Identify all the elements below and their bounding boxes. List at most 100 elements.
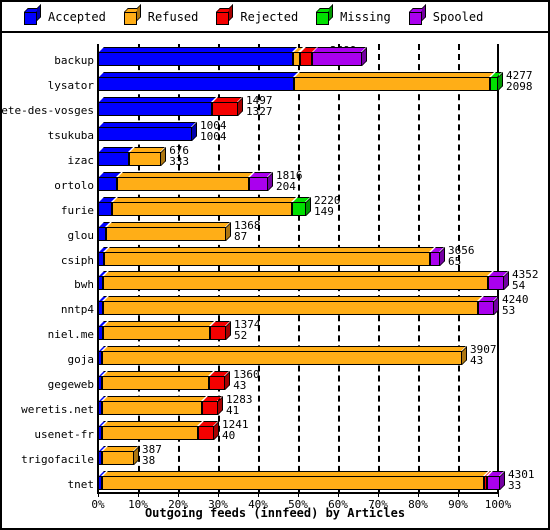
bar-segment-accepted [98,321,107,341]
bar-value-labels: 3907 43 [470,344,497,366]
bar-value-labels: 4301 33 [508,469,535,491]
bar-segment-accepted [98,445,106,465]
bar-segment-accepted [98,97,217,117]
y-axis-label-bwh: bwh [74,278,94,292]
bar-secondary-value: 1004 [200,130,227,144]
bar-segment-accepted [98,171,122,191]
y-axis-label-glou: glou [67,228,95,242]
chart-row: furie 2220 149 [61,193,498,218]
chart-row: usenet-fr 1241 40 [34,417,498,442]
bar-total-value: 1368 [234,218,261,232]
bar-value-labels: 4240 53 [502,294,529,316]
bar-value-labels: 1241 40 [222,419,249,441]
bar-value-labels: 2220 149 [314,195,341,217]
bar-secondary-value: 54 [512,279,526,293]
y-axis-label-furie: furie [60,203,94,217]
bar-segment-accepted [98,346,106,366]
bar-segment-accepted [98,271,107,291]
y-axis-label-niel.me: niel.me [47,328,94,342]
bar-value-labels: 1374 52 [234,319,261,341]
legend-item-rejected[interactable]: Rejected [216,4,299,25]
bar-segment-refused [102,370,214,390]
y-axis-label-tnet: tnet [67,477,95,491]
bar-secondary-value: 2098 [506,80,533,94]
bar-segment-spooled [488,271,509,291]
chart-row: glou 1368 87 [68,218,498,243]
legend-item-spooled[interactable]: Spooled [408,4,484,25]
bar-secondary-value: 40 [222,428,236,442]
bar-segment-accepted [98,246,108,266]
bar-secondary-value: 333 [169,154,190,168]
bar-secondary-value: 204 [276,179,296,193]
bar-value-labels: 1283 41 [226,394,253,416]
bar-value-labels: 4352 54 [512,269,539,291]
y-axis-label-lysator: lysator [47,79,94,93]
cube-icon [24,4,41,25]
legend-item-missing[interactable]: Missing [316,4,391,25]
bar-segment-refused [102,321,214,341]
chart-row: izac 676 333 [68,144,498,169]
bar-secondary-value: 41 [226,403,240,417]
legend-item-accepted[interactable]: Accepted [24,4,106,25]
bar-segment-missing [490,72,503,92]
bar-segment-spooled [312,47,367,67]
chart-row: nntp4 4240 53 [61,293,529,318]
chart-row: bete-des-vosges 1497 1327 [0,94,498,119]
bar-segment-accepted [98,395,106,415]
legend-label: Spooled [432,9,484,24]
legend-item-refused[interactable]: Refused [123,4,199,25]
bar-segment-accepted [98,146,134,166]
bar-segment-rejected [202,395,223,415]
bar-segment-refused [112,196,296,216]
y-axis-label-nntp4: nntp4 [60,303,94,317]
chart-row: trigofacile 387 38 [21,442,498,467]
legend-label: Refused [147,9,199,24]
bar-total-value: 387 [142,442,162,456]
bar-secondary-value: 87 [234,229,248,243]
bar-value-labels: 1816 204 [276,170,303,192]
bar-segment-accepted [98,47,298,67]
bar-segment-accepted [98,420,106,440]
chart-row: weretis.net 1283 41 [21,392,498,417]
bar-segment-refused [102,420,202,440]
bar-value-labels: 4277 2098 [506,70,533,92]
bar-segment-rejected [484,470,492,490]
x-axis-line [97,492,499,494]
bar-segment-refused [102,395,206,415]
bar-secondary-value: 38 [142,453,156,467]
bar-segment-rejected [198,420,219,440]
chart-row: lysator 4277 2098 [48,69,533,94]
bar-segment-refused [102,346,467,366]
bar-secondary-value: 65 [448,254,462,268]
cube-icon [408,4,426,25]
bar-segment-spooled [487,470,505,490]
bar-segment-accepted [98,221,110,241]
bar-value-labels: 3656 65 [448,245,475,267]
bar-secondary-value: 149 [314,204,334,218]
chart-row: bwh 4352 54 [74,268,538,293]
chart-row: gegeweb 1360 43 [48,368,498,393]
bar-value-labels: 1497 1327 [246,95,273,117]
cube-icon [216,4,234,25]
bar-segment-refused [104,246,434,266]
chart-row: ortolo 1816 204 [54,168,498,193]
bar-segment-refused [129,146,167,166]
bar-secondary-value: 53 [502,304,516,318]
bar-secondary-value: 43 [470,354,484,368]
cube-icon [316,4,334,25]
y-axis-label-backup: backup [54,54,94,68]
bar-secondary-value: 43 [233,378,247,392]
y-axis-label-usenet-fr: usenet-fr [34,427,94,441]
bar-segment-refused [293,47,304,67]
legend-label: Rejected [240,9,299,24]
bar-secondary-value: 1327 [246,105,273,119]
chart-row: csiph 3656 65 [61,243,498,268]
chart-root: Accepted Refused Rejected Missing Spooled 0%… [0,0,550,530]
bar-segment-accepted [98,470,106,490]
y-axis-label-trigofacile: trigofacile [21,452,94,466]
bar-secondary-value: 52 [234,329,248,343]
chart-row: backup26992296 [54,44,498,69]
y-axis-label-goja: goja [67,353,95,367]
bar-total-value: 4301 [508,467,535,481]
bar-secondary-value: 33 [508,478,522,492]
